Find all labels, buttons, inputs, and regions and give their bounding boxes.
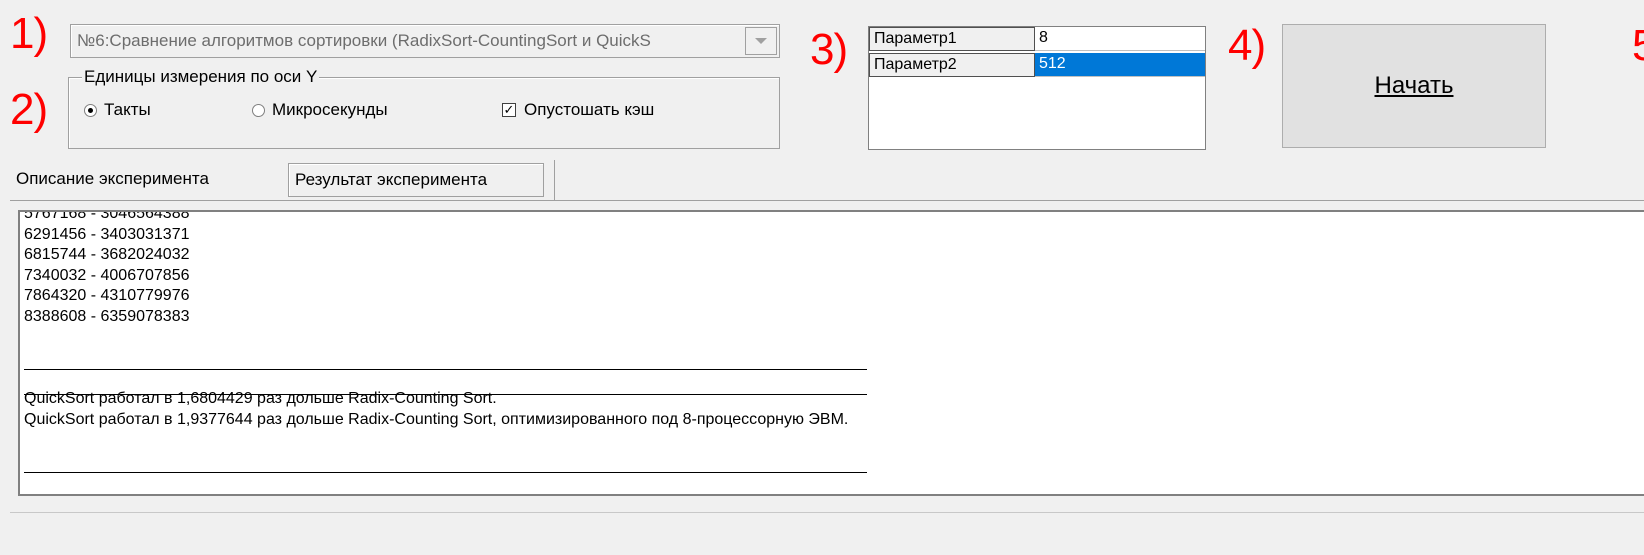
marker-3: 3): [810, 25, 848, 74]
clear-cache-checkbox[interactable]: ✓: [502, 103, 516, 117]
output-textarea[interactable]: 5767168 - 3046564388 6291456 - 340303137…: [18, 210, 1644, 496]
parameters-grid: Параметр1 8 Параметр2 512: [868, 26, 1206, 150]
tab-result[interactable]: Результат эксперимента: [288, 163, 544, 197]
marker-4: 4): [1228, 21, 1266, 70]
output-line: 6815744 - 3682024032: [24, 246, 190, 264]
separator-rule: [24, 394, 867, 395]
experiment-select-value: №6:Сравнение алгоритмов сортировки (Radi…: [77, 31, 651, 50]
output-line: QuickSort работал в 1,9377644 раз дольше…: [24, 410, 849, 428]
output-line: 8388608 - 6359078383: [24, 307, 190, 325]
output-line: 6291456 - 3403031371: [24, 225, 190, 243]
radio-ticks-label[interactable]: Такты: [104, 100, 151, 120]
tab-page-border: [10, 200, 1644, 201]
param-value-input[interactable]: 8: [1035, 27, 1205, 51]
marker-1: 1): [10, 9, 48, 58]
output-line: 5767168 - 3046564388: [24, 210, 190, 222]
output-line: QuickSort работал в 1,6804429 раз дольше…: [24, 390, 497, 408]
radio-microseconds-label[interactable]: Микросекунды: [272, 100, 388, 120]
param-row: Параметр2 512: [869, 53, 1205, 78]
radio-microseconds[interactable]: [252, 104, 265, 117]
start-button[interactable]: Начать: [1282, 24, 1546, 148]
marker-2: 2): [10, 85, 48, 134]
marker-5: 5: [1632, 24, 1644, 68]
status-bar: [10, 512, 1644, 552]
param-name: Параметр1: [869, 27, 1035, 51]
param-name: Параметр2: [869, 53, 1035, 77]
tab-separator: [554, 160, 555, 200]
chevron-down-icon: [755, 38, 767, 44]
output-line: 7340032 - 4006707856: [24, 266, 190, 284]
clear-cache-label[interactable]: Опустошать кэш: [524, 100, 654, 120]
param-row: Параметр1 8: [869, 27, 1205, 52]
experiment-select[interactable]: №6:Сравнение алгоритмов сортировки (Radi…: [70, 24, 780, 58]
separator-rule: [24, 472, 867, 473]
separator-rule: [24, 369, 867, 370]
param-value-input[interactable]: 512: [1035, 53, 1205, 77]
dropdown-button[interactable]: [745, 27, 777, 55]
radio-ticks[interactable]: [84, 104, 97, 117]
output-line: 7864320 - 4310779976: [24, 287, 190, 305]
output-lines: 5767168 - 3046564388 6291456 - 340303137…: [24, 210, 849, 452]
tab-description[interactable]: Описание эксперимента: [10, 160, 282, 200]
units-group-legend: Единицы измерения по оси Y: [82, 66, 320, 88]
